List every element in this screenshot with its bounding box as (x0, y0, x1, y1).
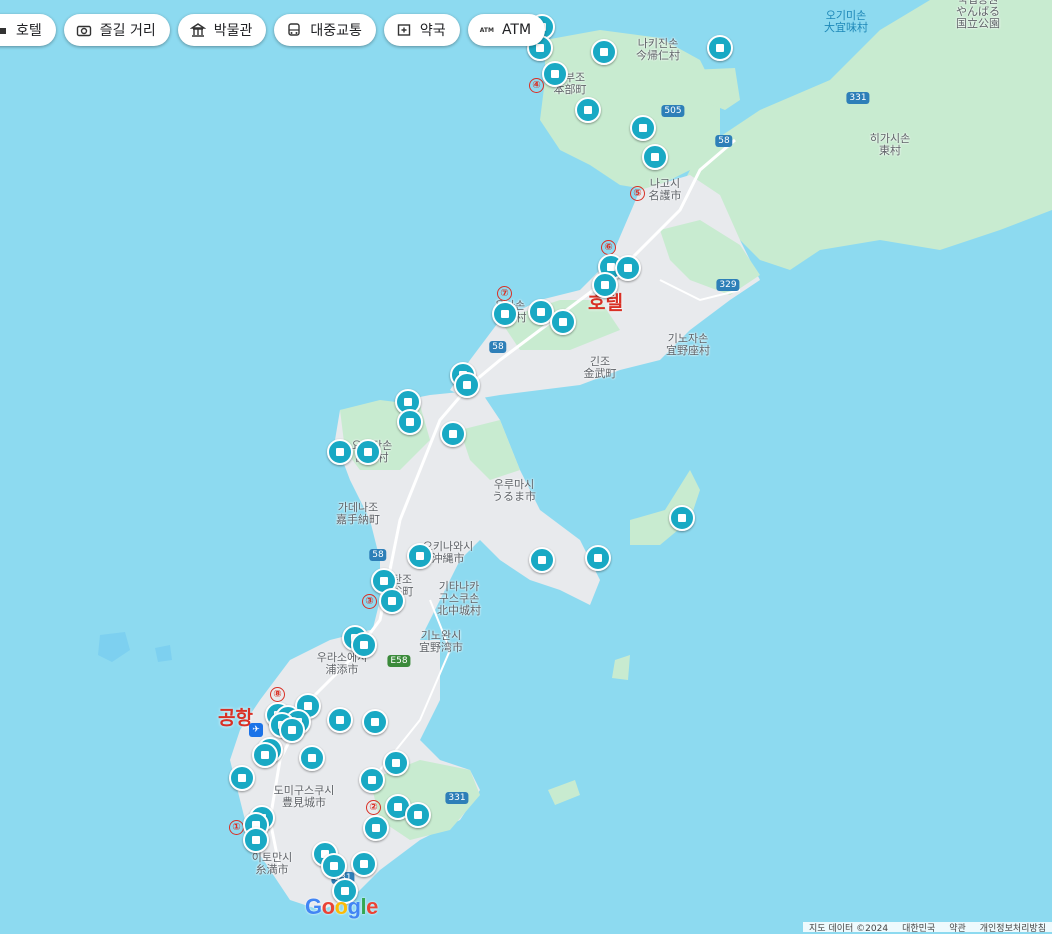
place-label-ginoza: 기노자손 宜野座村 (666, 332, 710, 357)
hotel-pin[interactable] (529, 547, 555, 573)
chip-transit-label: 대중교통 (310, 23, 362, 39)
hotel-pin[interactable] (550, 309, 576, 335)
chip-things-to-do-label: 즐길 거리 (99, 23, 156, 39)
chip-hotel[interactable]: 호텔 (0, 14, 56, 46)
hotel-pin[interactable] (440, 421, 466, 447)
place-label-kin: 긴조 金武町 (583, 355, 617, 380)
hotel-pin[interactable] (397, 409, 423, 435)
hotel-pin[interactable] (327, 707, 353, 733)
place-label-park: 국립공원 やんばる 国立公園 (956, 0, 1000, 30)
hotel-pin[interactable] (229, 765, 255, 791)
chip-things-to-do[interactable]: 즐길 거리 (63, 14, 170, 46)
hotel-pin[interactable] (492, 301, 518, 327)
place-label-itoman: 이토만시 糸満市 (251, 851, 293, 876)
hotel-pin[interactable] (630, 115, 656, 141)
hotel-pin[interactable] (362, 709, 388, 735)
marker-number-8: ⑧ (270, 687, 285, 702)
google-logo: Google (305, 894, 378, 920)
google-logo-letter: g (347, 894, 361, 919)
route-shield: 329 (716, 279, 740, 291)
place-label-nakijin: 나키진손 今帰仁村 (636, 37, 680, 62)
hotel-pin[interactable] (363, 815, 389, 841)
hotel-pin[interactable] (405, 802, 431, 828)
hotel-pin[interactable] (575, 97, 601, 123)
route-shield: 58 (369, 549, 387, 561)
hotel-pin[interactable] (299, 745, 325, 771)
route-shield: 331 (846, 92, 870, 104)
hotel-pin[interactable] (243, 827, 269, 853)
place-label-tomigusuku: 도미구스쿠시 豊見城市 (273, 784, 335, 809)
hotel-pin[interactable] (642, 144, 668, 170)
hotel-pin[interactable] (707, 35, 733, 61)
category-chip-bar: 호텔 즐길 거리 박물관 대중교통 약국 ATM ATM (0, 14, 546, 46)
hotel-pin[interactable] (407, 543, 433, 569)
hotel-pin[interactable] (669, 505, 695, 531)
google-logo-letter: o (321, 894, 335, 919)
hotel-pin[interactable] (615, 255, 641, 281)
marker-number-6: ⑥ (601, 240, 616, 255)
chip-atm-label: ATM (501, 22, 532, 38)
museum-icon (189, 23, 206, 37)
route-shield: 58 (715, 135, 733, 147)
hotel-pin[interactable] (279, 717, 305, 743)
google-logo-letter: o (334, 894, 348, 919)
place-label-kadena: 가데나조 嘉手納町 (336, 501, 380, 526)
route-shield: 505 (661, 105, 685, 117)
hotel-pin[interactable] (355, 439, 381, 465)
place-label-ogimi: 오기미손 大宜味村 (824, 9, 868, 34)
place-label-higashi: 히가시손 東村 (869, 132, 911, 157)
hotel-pin[interactable] (542, 61, 568, 87)
google-logo-letter: G (305, 894, 322, 919)
chip-museum-label: 박물관 (213, 23, 253, 39)
place-label-nago: 나고시 名護市 (648, 177, 682, 202)
hotel-pin[interactable] (252, 742, 278, 768)
marker-number-1: ① (229, 820, 244, 835)
hotel-pin[interactable] (327, 439, 353, 465)
bus-icon (288, 23, 301, 36)
hotel-pin[interactable] (383, 750, 409, 776)
atm-icon: ATM (479, 26, 494, 34)
place-label-kitanakagusuku: 기타나카 구스쿠손 北中城村 (437, 580, 481, 617)
hotel-icon (0, 28, 6, 34)
chip-transit[interactable]: 대중교통 (274, 14, 376, 46)
hotel-pin[interactable] (321, 853, 347, 879)
chip-museum[interactable]: 박물관 (177, 14, 267, 46)
chip-pharmacy[interactable]: 약국 (383, 14, 460, 46)
marker-number-4: ④ (529, 78, 544, 93)
marker-number-2: ② (366, 800, 381, 815)
google-logo-letter: e (366, 894, 378, 919)
marker-number-5: ⑤ (630, 186, 645, 201)
camera-icon (76, 25, 91, 37)
hotel-pin[interactable] (351, 632, 377, 658)
place-label-ginowan: 기노완시 宜野湾市 (419, 629, 463, 654)
hotel-pin[interactable] (454, 372, 480, 398)
hotel-pin[interactable] (591, 39, 617, 65)
chip-atm[interactable]: ATM ATM (467, 14, 546, 46)
marker-number-7: ⑦ (497, 286, 512, 301)
airport-icon[interactable]: ✈ (249, 723, 263, 737)
hotel-pin[interactable] (592, 272, 618, 298)
pharmacy-icon (397, 24, 411, 36)
hotel-pin[interactable] (351, 851, 377, 877)
route-shield: 331 (445, 792, 469, 804)
route-shield: E58 (387, 655, 411, 667)
airport-annotation: 공항 (218, 707, 253, 729)
hotel-pin[interactable] (379, 588, 405, 614)
marker-number-3: ③ (362, 594, 377, 609)
hotel-pin[interactable] (585, 545, 611, 571)
place-label-uruma: 우루마시 うるま市 (492, 478, 536, 503)
map-attribution: 지도 데이터 ©2024 대한민국 약관 개인정보처리방침 (803, 922, 1052, 934)
hotel-pin[interactable] (359, 767, 385, 793)
route-shield: 58 (489, 341, 507, 353)
chip-hotel-label: 호텔 (16, 23, 42, 39)
chip-pharmacy-label: 약국 (419, 23, 446, 39)
